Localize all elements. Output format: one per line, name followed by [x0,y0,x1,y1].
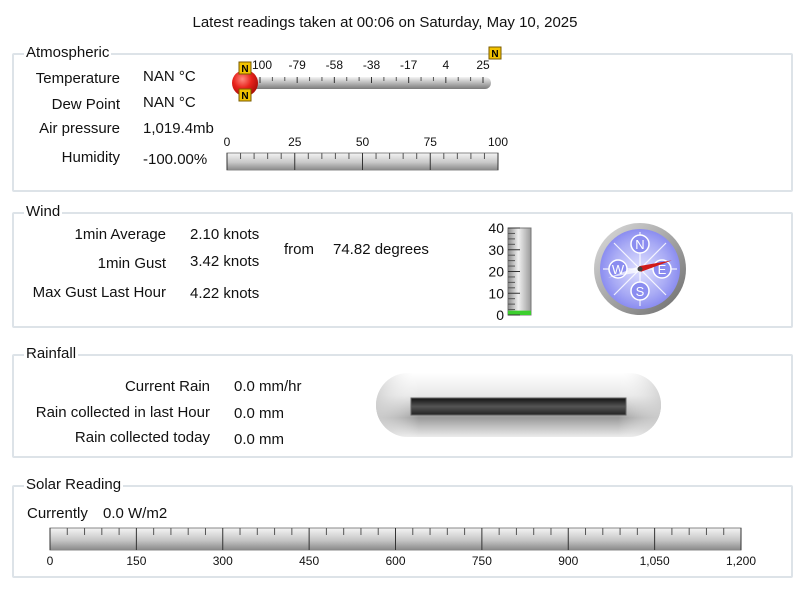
nan-alert-icon: N [488,46,502,60]
temperature-tube [245,77,491,89]
rain-last-hour-value: 0.0 mm [234,405,285,422]
current-rain-value: 0.0 mm/hr [234,378,302,395]
temperature-tick-label: -100 [248,58,272,72]
page-title: Latest readings taken at 00:06 on Saturd… [192,14,578,31]
solar-tick-label: 900 [558,554,578,568]
solar-tick-labels: 0 150 300 450 600 750 900 1,050 1,200 [47,554,757,568]
temperature-tick-label: -38 [363,58,381,72]
humidity-value: -100.00% [143,151,208,168]
svg-text:N: N [241,91,248,102]
compass-s-label: S [636,284,645,299]
temperature-label: Temperature [35,70,120,87]
solar-current-value: 0.0 W/m2 [103,505,168,522]
max-gust-label: Max Gust Last Hour [32,284,166,301]
humidity-gauge: 0 25 50 75 100 [224,135,509,171]
wind-speed-tick-label: 10 [488,285,504,301]
solar-tick-label: 600 [385,554,405,568]
wind-speed-tick-labels: 40 30 20 10 0 [488,220,504,322]
wind-average-value: 2.10 knots [190,226,260,243]
humidity-tick-labels: 0 25 50 75 100 [224,135,509,149]
svg-text:N: N [241,64,248,75]
wind-speed-gauge: 40 30 20 10 0 [488,220,532,322]
wind-speed-tick-label: 0 [496,307,504,322]
air-pressure-value: 1,019.4mb [143,120,214,137]
rainfall-legend: Rainfall [24,345,79,362]
rain-gauge-slot [410,397,627,416]
air-pressure-label: Air pressure [39,120,120,137]
wind-gust-value: 3.42 knots [190,253,260,270]
humidity-tick-label: 100 [488,135,508,149]
temperature-tick-label: 25 [476,58,490,72]
compass-hub [637,266,643,272]
solar-tick-label: 0 [47,554,54,568]
wind-average-label: 1min Average [74,226,166,243]
wind-speed-fill [508,310,531,315]
solar-gauge: 0 150 300 450 600 750 900 1,050 1,200 [47,527,757,568]
rain-today-label: Rain collected today [74,429,210,446]
humidity-label: Humidity [61,149,120,166]
nan-alert-icon: N [238,88,252,102]
wind-speed-tick-label: 20 [488,264,504,280]
nan-alert-icon: N [238,61,252,75]
svg-text:N: N [491,49,498,60]
humidity-tick-label: 25 [288,135,302,149]
compass-south: S [630,281,650,301]
compass-north: N [630,234,650,254]
max-gust-value: 4.22 knots [190,285,260,302]
solar-tick-label: 300 [213,554,233,568]
dew-point-value: NAN °C [143,94,196,111]
wind-direction-value: 74.82 degrees [333,241,429,258]
humidity-tick-label: 50 [356,135,370,149]
current-rain-label: Current Rain [124,378,210,395]
temperature-tick-label: -79 [288,58,306,72]
humidity-tick-label: 0 [224,135,231,149]
temperature-tick-labels: -100 -79 -58 -38 -17 4 25 [248,58,490,72]
solar-tick-label: 1,200 [726,554,756,568]
wind-gust-label: 1min Gust [97,255,166,272]
solar-tick-label: 1,050 [640,554,670,568]
rain-last-hour-label: Rain collected in last Hour [35,404,210,421]
wind-compass: N E S W [594,223,686,315]
solar-tick-label: 750 [472,554,492,568]
solar-current-label: Currently [27,505,88,522]
dew-point-label: Dew Point [51,96,120,113]
humidity-tick-label: 75 [424,135,438,149]
wind-from-label: from [284,241,314,258]
compass-n-label: N [635,237,644,252]
temperature-tick-label: -58 [326,58,344,72]
wind-speed-tick-label: 30 [488,242,504,258]
wind-speed-tick-label: 40 [488,220,504,236]
temperature-gauge: -100 -79 -58 -38 -17 4 25 N N N [232,46,502,102]
solar-tick-label: 450 [299,554,319,568]
temperature-tick-label: 4 [442,58,449,72]
wind-legend: Wind [24,203,63,220]
rain-today-value: 0.0 mm [234,431,285,448]
temperature-tick-label: -17 [400,58,418,72]
atmospheric-legend: Atmospheric [24,44,112,61]
rain-gauge [376,373,661,437]
solar-tick-label: 150 [126,554,146,568]
temperature-value: NAN °C [143,68,196,85]
solar-legend: Solar Reading [24,476,124,493]
